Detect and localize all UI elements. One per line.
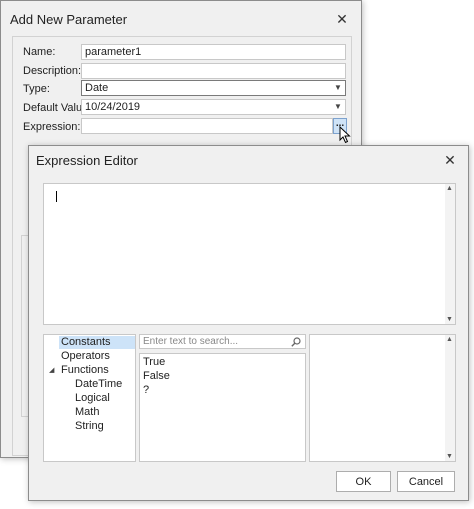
name-label: Name: — [23, 46, 56, 58]
chevron-down-icon[interactable]: ▼ — [331, 100, 345, 114]
list-item[interactable]: ? — [143, 384, 149, 397]
mouse-pointer-icon — [339, 126, 351, 144]
text-caret — [56, 191, 57, 202]
description-scrollbar[interactable]: ▲ ▼ — [445, 335, 455, 461]
name-field[interactable]: parameter1 — [81, 44, 346, 60]
type-label: Type: — [23, 83, 50, 95]
expression-editor-title: Expression Editor — [36, 153, 138, 168]
tree-item-constants[interactable]: Constants — [59, 336, 135, 349]
expression-text-area[interactable]: ▲ ▼ — [43, 183, 456, 325]
scroll-up-icon[interactable]: ▲ — [445, 185, 454, 192]
default-value-field[interactable]: 10/24/2019 ▼ — [81, 99, 346, 115]
add-parameter-title: Add New Parameter — [10, 12, 128, 27]
default-value-text: 10/24/2019 — [85, 101, 141, 113]
scroll-down-icon[interactable]: ▼ — [445, 453, 454, 460]
scroll-down-icon[interactable]: ▼ — [445, 316, 454, 323]
items-list[interactable]: True False ? — [139, 353, 306, 462]
expression-editor-close-button[interactable]: ✕ — [441, 151, 459, 169]
category-tree[interactable]: Constants Operators ◢ Functions DateTime… — [43, 334, 136, 462]
search-box[interactable]: Enter text to search... — [139, 334, 306, 349]
tree-item-logical[interactable]: Logical — [75, 392, 110, 405]
expand-triangle-icon[interactable]: ◢ — [49, 366, 54, 374]
tree-item-operators[interactable]: Operators — [61, 350, 110, 363]
search-icon[interactable] — [291, 337, 301, 347]
type-select[interactable]: Date ▼ — [81, 80, 346, 96]
tree-item-datetime[interactable]: DateTime — [75, 378, 122, 391]
expression-field[interactable] — [81, 118, 333, 134]
type-select-value: Date — [85, 82, 109, 94]
add-parameter-close-button[interactable]: ✕ — [333, 10, 351, 28]
expression-editor-dialog: Expression Editor ✕ ▲ ▼ Constants Operat… — [28, 145, 469, 501]
list-item[interactable]: True — [143, 356, 165, 369]
ok-button[interactable]: OK — [336, 471, 391, 492]
description-field[interactable] — [81, 63, 346, 79]
description-panel: ▲ ▼ — [309, 334, 456, 462]
description-label: Description: — [23, 65, 82, 77]
search-input[interactable]: Enter text to search... — [143, 336, 238, 347]
chevron-down-icon[interactable]: ▼ — [331, 81, 345, 95]
tree-item-string[interactable]: String — [75, 420, 104, 433]
text-area-scrollbar[interactable]: ▲ ▼ — [445, 184, 455, 324]
list-item[interactable]: False — [143, 370, 170, 383]
tree-item-constants-label: Constants — [61, 336, 111, 348]
expression-label: Expression: — [23, 121, 81, 133]
tree-item-math[interactable]: Math — [75, 406, 99, 419]
cancel-button[interactable]: Cancel — [397, 471, 455, 492]
tree-item-functions[interactable]: Functions — [61, 364, 109, 377]
scroll-up-icon[interactable]: ▲ — [445, 336, 454, 343]
